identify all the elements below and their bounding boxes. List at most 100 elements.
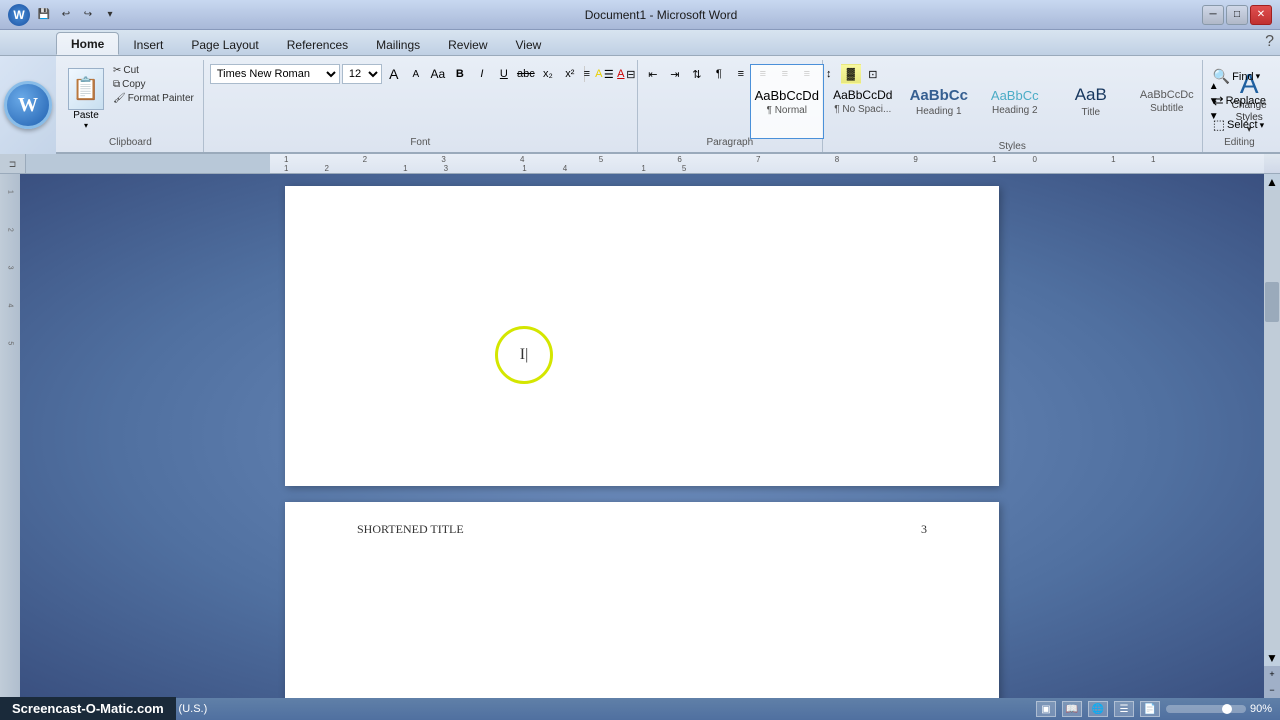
font-label: Font: [210, 135, 631, 150]
font-group: Times New Roman 12 A A Aa B I U abc x₂ x…: [204, 60, 638, 152]
italic-button[interactable]: I: [472, 64, 492, 84]
find-icon: 🔍: [1213, 68, 1230, 85]
style-heading2-label: Heading 2: [992, 105, 1038, 116]
align-left-button[interactable]: ≡: [731, 64, 751, 84]
tab-references[interactable]: References: [273, 34, 362, 55]
replace-button[interactable]: ⇄ Replace: [1209, 91, 1270, 111]
title-bar-left: W 💾 ↩ ↪ ▾: [8, 4, 120, 26]
cut-button[interactable]: ✂ Cut: [110, 64, 197, 77]
tab-home[interactable]: Home: [56, 32, 119, 55]
page-number: 3: [921, 522, 927, 537]
bold-button[interactable]: B: [450, 64, 470, 84]
office-icon: W: [8, 4, 30, 26]
sort-button[interactable]: ⇅: [687, 64, 707, 84]
scroll-up-button[interactable]: ▲: [1264, 174, 1280, 190]
subscript-button[interactable]: x₂: [538, 64, 558, 84]
decrease-indent-button[interactable]: ⇤: [643, 64, 663, 84]
para-row-1: ≡ ☰ ⊟ ⇤ ⇥ ⇅ ¶: [577, 64, 729, 84]
page-2-header: SHORTENED TITLE 3: [285, 502, 999, 537]
style-subtitle[interactable]: AaBbCcDc Subtitle: [1130, 64, 1204, 139]
find-button[interactable]: 🔍 Find ▾: [1209, 66, 1264, 87]
numbering-button[interactable]: ☰: [599, 64, 619, 84]
style-normal[interactable]: AaBbCcDd ¶ Normal: [750, 64, 824, 139]
font-size-select[interactable]: 12: [342, 64, 382, 84]
tab-page-layout[interactable]: Page Layout: [177, 34, 272, 55]
print-layout-button[interactable]: ▣: [1036, 701, 1056, 717]
show-hide-button[interactable]: ¶: [709, 64, 729, 84]
styles-content: AaBbCcDd ¶ Normal AaBbCcDd ¶ No Spaci...…: [750, 60, 1275, 139]
status-bar: Page: 2 of 3 Words: 413 English (U.S.) ▣…: [0, 698, 1280, 720]
scroll-down-button[interactable]: ▼: [1264, 650, 1280, 666]
paste-dropdown[interactable]: ▾: [84, 121, 88, 130]
ribbon-tabs: Home Insert Page Layout References Maili…: [0, 30, 1280, 56]
editing-group: 🔍 Find ▾ ⇄ Replace ⬚ Select ▾ Editing: [1203, 60, 1276, 152]
tab-insert[interactable]: Insert: [119, 34, 177, 55]
window-title: Document1 - Microsoft Word: [120, 8, 1202, 22]
style-normal-label: ¶ Normal: [767, 105, 807, 116]
tab-view[interactable]: View: [502, 34, 556, 55]
title-bar: W 💾 ↩ ↪ ▾ Document1 - Microsoft Word ─ □…: [0, 0, 1280, 30]
minimize-button[interactable]: ─: [1202, 5, 1224, 25]
copy-button[interactable]: ⧉ Copy: [110, 78, 197, 91]
style-title[interactable]: AaB Title: [1054, 64, 1128, 139]
status-bar-right: ▣ 📖 🌐 ☰ 📄 90%: [1036, 701, 1272, 717]
ruler-corner[interactable]: ⊐: [0, 154, 26, 174]
find-dropdown[interactable]: ▾: [1256, 71, 1261, 82]
zoom-out-button[interactable]: −: [1264, 682, 1280, 698]
select-icon: ⬚: [1213, 117, 1225, 133]
styles-label: Styles: [829, 139, 1196, 154]
redo-button[interactable]: ↪: [78, 6, 98, 24]
ruler-margin-left: [0, 154, 270, 174]
document-scroll-area[interactable]: I| SHORTENED TITLE 3: [20, 174, 1264, 698]
quick-access-dropdown[interactable]: ▾: [100, 6, 120, 24]
style-nospace[interactable]: AaBbCcDd ¶ No Spaci...: [826, 64, 900, 139]
help-button[interactable]: ?: [1259, 29, 1280, 55]
page-2: SHORTENED TITLE 3: [285, 502, 999, 698]
zoom-slider[interactable]: [1166, 705, 1246, 713]
increase-indent-button[interactable]: ⇥: [665, 64, 685, 84]
zoom-thumb[interactable]: [1222, 704, 1232, 714]
font-shrink-button[interactable]: A: [406, 64, 426, 84]
replace-icon: ⇄: [1213, 93, 1224, 109]
font-grow-button[interactable]: A: [384, 64, 404, 84]
style-normal-preview: AaBbCcDd: [755, 88, 819, 103]
ruler-content: 1 2 3 4 5 6 7 8 9 10 11 12 13 14 15: [270, 154, 1264, 174]
style-title-label: Title: [1082, 107, 1101, 118]
bullets-button[interactable]: ≡: [577, 64, 597, 84]
strikethrough-button[interactable]: abc: [516, 64, 536, 84]
style-heading1[interactable]: AaBbCc Heading 1: [902, 64, 976, 139]
select-button[interactable]: ⬚ Select ▾: [1209, 115, 1268, 135]
editing-label: Editing: [1209, 135, 1270, 150]
paste-icon: 📋: [68, 68, 104, 110]
save-button[interactable]: 💾: [34, 6, 54, 24]
outline-button[interactable]: ☰: [1114, 701, 1134, 717]
office-button[interactable]: W: [0, 56, 56, 154]
window-controls: ─ □ ✕: [1202, 5, 1272, 25]
tab-review[interactable]: Review: [434, 34, 501, 55]
web-layout-button[interactable]: 🌐: [1088, 701, 1108, 717]
clear-format-button[interactable]: Aa: [428, 64, 448, 84]
page-1: I|: [285, 186, 999, 486]
full-reading-button[interactable]: 📖: [1062, 701, 1082, 717]
font-name-select[interactable]: Times New Roman: [210, 64, 340, 84]
style-title-preview: AaB: [1075, 85, 1107, 105]
style-heading2[interactable]: AaBbCc Heading 2: [978, 64, 1052, 139]
vertical-scrollbar: ▲ ▼ + −: [1264, 174, 1280, 698]
scroll-thumb[interactable]: [1265, 282, 1279, 322]
underline-button[interactable]: U: [494, 64, 514, 84]
quick-access-toolbar: 💾 ↩ ↪ ▾: [34, 6, 120, 24]
format-painter-button[interactable]: 🖌 Format Painter: [110, 92, 197, 105]
tab-mailings[interactable]: Mailings: [362, 34, 434, 55]
cursor-highlight: I|: [495, 326, 553, 384]
maximize-button[interactable]: □: [1226, 5, 1248, 25]
vertical-ruler: 1 2 3 4 5: [0, 174, 20, 698]
scroll-track[interactable]: [1264, 190, 1280, 650]
zoom-in-button[interactable]: +: [1264, 666, 1280, 682]
multilevel-button[interactable]: ⊟: [621, 64, 641, 84]
draft-button[interactable]: 📄: [1140, 701, 1160, 717]
paste-button[interactable]: 📋 Paste ▾: [64, 64, 108, 134]
select-dropdown[interactable]: ▾: [1260, 120, 1265, 131]
undo-button[interactable]: ↩: [56, 6, 76, 24]
ruler-numbers: 1 2 3 4 5 6 7 8 9 10 11 12 13 14 15: [274, 155, 1260, 173]
close-button[interactable]: ✕: [1250, 5, 1272, 25]
